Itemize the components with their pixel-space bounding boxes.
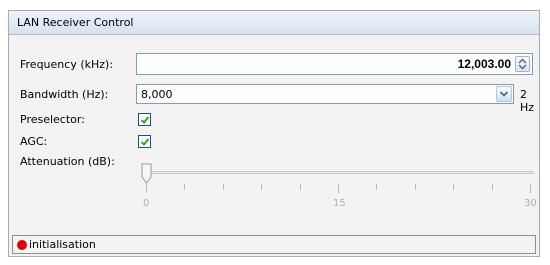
bandwidth-dropdown-button[interactable] xyxy=(496,86,512,102)
slider-tick xyxy=(146,184,147,193)
frequency-spinner[interactable] xyxy=(515,56,530,72)
slider-tick xyxy=(530,184,531,193)
frequency-input[interactable]: 12,003.00 xyxy=(136,53,533,75)
attenuation-slider-thumb[interactable] xyxy=(141,163,152,184)
slider-tick xyxy=(300,184,301,190)
bandwidth-value: 8,000 xyxy=(141,88,173,101)
agc-label: AGC: xyxy=(20,135,48,148)
status-bar: initialisation xyxy=(12,235,536,254)
preselector-checkbox[interactable] xyxy=(138,113,151,126)
panel-title: LAN Receiver Control xyxy=(17,16,134,29)
bandwidth-label: Bandwidth (Hz): xyxy=(20,88,109,101)
checkmark-icon xyxy=(140,138,150,146)
chevron-down-icon xyxy=(499,91,509,97)
preselector-label: Preselector: xyxy=(20,113,85,126)
slider-tick xyxy=(492,184,493,190)
agc-checkbox[interactable] xyxy=(138,135,151,148)
receiver-panel: LAN Receiver Control Frequency (kHz): 12… xyxy=(8,10,540,257)
attenuation-label: Attenuation (dB): xyxy=(20,155,115,168)
tick-label-min: 0 xyxy=(143,198,150,209)
tick-label-max: 30 xyxy=(524,198,537,209)
attenuation-slider-track[interactable] xyxy=(143,171,534,174)
checkmark-icon xyxy=(140,116,150,124)
slider-tick xyxy=(415,184,416,190)
slider-tick xyxy=(338,184,339,193)
slider-tick xyxy=(223,184,224,190)
status-indicator-icon xyxy=(17,240,27,250)
status-text: initialisation xyxy=(29,238,96,251)
spinner-arrows-icon xyxy=(518,58,527,70)
slider-tick xyxy=(261,184,262,190)
slider-tick xyxy=(376,184,377,190)
slider-tick xyxy=(184,184,185,190)
frequency-label: Frequency (kHz): xyxy=(20,58,114,71)
frequency-value: 12,003.00 xyxy=(457,57,511,71)
title-bar: LAN Receiver Control xyxy=(9,11,539,35)
bandwidth-select[interactable]: 8,000 xyxy=(136,84,514,104)
bandwidth-step-label: 2 Hz xyxy=(520,88,535,114)
slider-tick xyxy=(453,184,454,190)
tick-label-mid: 15 xyxy=(333,198,346,209)
